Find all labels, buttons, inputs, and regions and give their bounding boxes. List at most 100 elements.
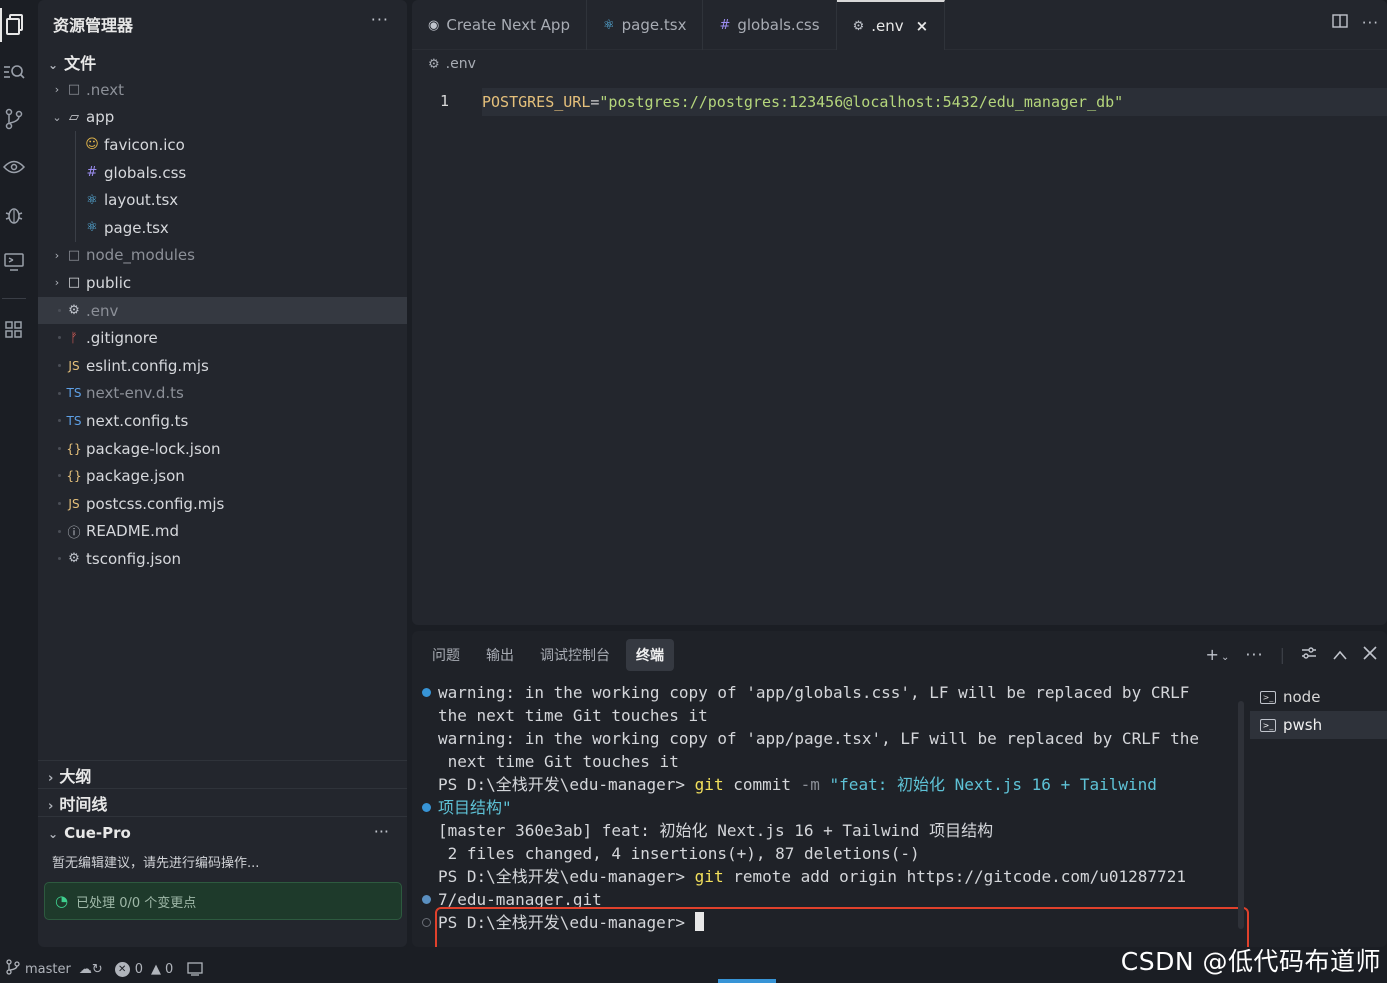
terminal-scrollbar[interactable] [1238,701,1244,929]
outline-section-header[interactable]: › 大纲 [48,763,91,787]
timeline-label: 时间线 [59,795,108,814]
tree-folder-app[interactable]: ⌄ ▱ app [38,104,407,132]
tree-item-label: next-env.d.ts [86,384,184,403]
activity-bar [0,0,30,955]
cue-pro-more-button[interactable]: ··· [374,822,389,841]
tree-item-label: README.md [86,522,180,541]
tree-file-next-env[interactable]: TS next-env.d.ts [38,380,407,408]
chevron-down-icon: ⌄ [48,58,59,72]
explorer-icon[interactable] [0,8,28,42]
tree-folder-next[interactable]: › □ .next [38,76,407,104]
code-line[interactable]: POSTGRES_URL="postgres://postgres:123456… [482,88,1387,116]
remote-explorer-icon[interactable] [0,150,28,184]
cue-pro-section-header[interactable]: ⌄ Cue-Pro [48,824,131,842]
panel-tab[interactable]: 调试控制台 [530,639,620,671]
indent-guide [75,131,76,159]
search-icon[interactable] [0,55,28,89]
terminal-instance[interactable]: >_ pwsh [1250,711,1387,739]
extensions-icon[interactable] [0,313,28,347]
tree-file-globals[interactable]: # globals.css [38,158,407,187]
terminal-prompt: PS D:\全栈开发\edu-manager> [438,775,695,794]
folder-icon: □ [67,82,81,98]
file-type-icon: ⚙ [852,18,865,34]
tree-folder-public[interactable]: › □ public [38,269,407,297]
tree-item-label: page.tsx [104,218,169,237]
terminal-instance[interactable]: >_ node [1250,683,1387,711]
editor-tab[interactable]: # globals.css [703,0,837,50]
editor-tabs: ◉ Create Next App ⚛ page.tsx # globals.css ⚙ .e… [412,0,1387,50]
terminal-icon: >_ [1260,718,1276,732]
editor-area: ◉ Create Next App ⚛ page.tsx # globals.css ⚙ .e… [412,0,1387,625]
indent-dot [58,419,61,423]
tree-file-gitignore[interactable]: ᚠ .gitignore [38,324,407,352]
status-progress-strip [718,979,776,983]
editor-tab[interactable]: ◉ Create Next App [412,0,587,50]
problems-indicator[interactable]: ✕ 0 ▲ 0 [114,961,174,977]
file-type-icon: ⚙ [68,551,80,567]
add-terminal-icon[interactable]: + ⌄ [1206,645,1230,664]
tree-file-next-config[interactable]: TS next.config.ts [38,407,407,435]
tab-label: page.tsx [621,16,687,34]
tree-item-label: .next [86,80,124,99]
tree-folder-node-modules[interactable]: › □ node_modules [38,242,407,270]
files-section-header[interactable]: ⌄ 文件 [48,50,96,74]
close-icon[interactable]: × [916,17,929,35]
breadcrumb-file: .env [445,56,476,72]
remote-monitor-icon[interactable] [0,245,28,279]
editor-tab[interactable]: ⚙ .env × [836,0,946,50]
editor-tab[interactable]: ⚛ page.tsx [587,0,704,50]
tree-file-layout[interactable]: ⚛ layout.tsx [38,186,407,214]
tree-file-tsconfig[interactable]: ⚙ tsconfig.json [38,545,407,573]
tree-file-env[interactable]: ⚙ .env [38,296,407,325]
sync-icon[interactable]: ☁↻ [79,962,103,977]
panel-separator: | [1279,645,1285,664]
indent-dot [58,391,61,395]
panel-tab[interactable]: 问题 [422,639,470,671]
ports-icon[interactable] [187,962,203,976]
indent-dot [58,446,61,450]
tree-file-readme[interactable]: ⓘ README.md [38,518,407,546]
warning-count: 0 [165,961,174,977]
panel-settings-icon[interactable] [1301,645,1317,664]
file-type-icon: {} [66,469,82,484]
split-editor-icon[interactable] [1331,14,1348,32]
debug-icon[interactable] [0,198,28,232]
tree-item-label: globals.css [104,163,187,182]
file-type-icon: ◉ [428,17,440,33]
panel-tab[interactable]: 输出 [476,639,524,671]
terminal-text: [master 360e3ab] feat: 初始化 Next.js 16 + … [438,821,994,840]
maximize-panel-icon[interactable] [1333,645,1347,664]
tree-file-eslint[interactable]: JS eslint.config.mjs [38,352,407,380]
tree-file-package[interactable]: {} package.json [38,462,407,490]
panel-tab[interactable]: 终端 [626,639,674,671]
terminal-text: the next time Git touches it [438,706,708,725]
branch-indicator[interactable]: master [6,959,71,979]
terminal-line: the next time Git touches it [422,704,1242,727]
terminal-text: 2 files changed, 4 insertions(+), 87 del… [438,844,920,863]
folder-icon: ▱ [69,109,79,125]
editor-more-icon[interactable]: ··· [1362,14,1379,32]
tree-file-favicon[interactable]: ☺ favicon.ico [38,131,407,159]
spinner-icon: ◔ [55,892,69,910]
terminal-output[interactable]: warning: in the working copy of 'app/glo… [422,681,1249,947]
sidebar-more-button[interactable]: ··· [371,10,389,29]
tree-file-postcss[interactable]: JS postcss.config.mjs [38,490,407,518]
timeline-section-header[interactable]: › 时间线 [48,791,107,815]
terminal-line: warning: in the working copy of 'app/glo… [422,681,1242,704]
tree-item-label: favicon.ico [104,135,185,154]
terminal-string: 项目结构" [438,798,512,817]
tree-file-package-lock[interactable]: {} package-lock.json [38,435,407,463]
source-control-icon[interactable] [0,102,28,136]
terminal-line: warning: in the working copy of 'app/pag… [422,727,1242,750]
file-type-icon: TS [66,386,82,401]
breadcrumb[interactable]: ⚙ .env [428,56,476,72]
tree-item-label: tsconfig.json [86,549,182,568]
terminal-name: pwsh [1283,716,1323,734]
indent-dot [58,363,61,367]
close-panel-icon[interactable] [1363,645,1377,664]
terminal-line: [master 360e3ab] feat: 初始化 Next.js 16 + … [422,819,1242,842]
chevron-right-icon: › [54,248,60,262]
file-type-icon: JS [68,358,80,373]
tree-file-page[interactable]: ⚛ page.tsx [38,213,407,242]
panel-more-icon[interactable]: ··· [1245,645,1263,664]
